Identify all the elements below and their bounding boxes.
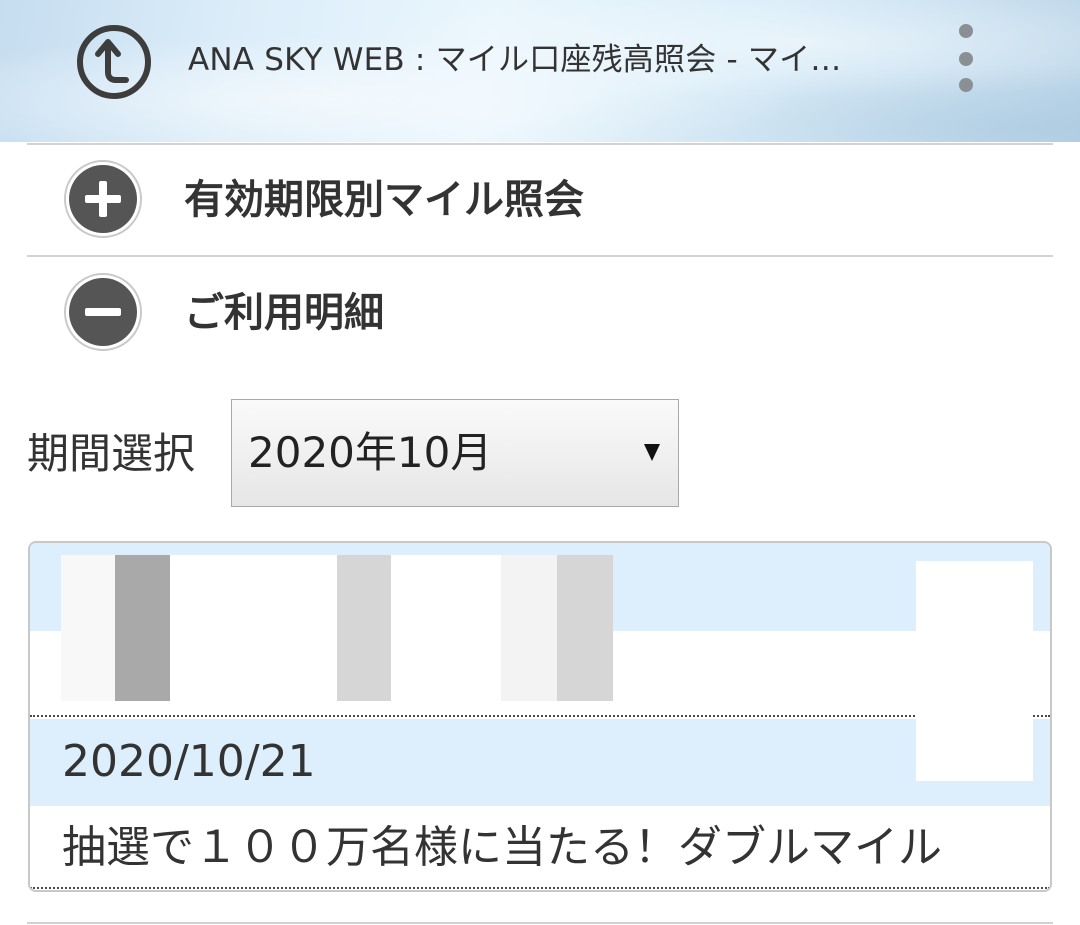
history-date: 2020/10/21 (62, 736, 316, 787)
dotted-separator (30, 887, 1050, 889)
period-label: 期間選択 (27, 429, 196, 478)
circular-back-arrow-icon[interactable] (74, 22, 154, 102)
redacted-block (61, 555, 115, 701)
accordion-label: ご利用明細 (184, 290, 384, 336)
divider (27, 922, 1053, 924)
redacted-block (115, 555, 170, 701)
plus-circle-icon (63, 159, 143, 239)
redacted-block (916, 561, 1033, 781)
dotted-separator (30, 715, 1050, 717)
history-description: 抽選で１００万名様に当たる！ダブルマイル (62, 822, 942, 873)
kebab-menu-icon[interactable] (948, 22, 984, 98)
accordion-item-usage-details[interactable]: ご利用明細 (27, 257, 1053, 369)
page-title: ANA SKY WEB : マイル口座残高照会 - マイ… (188, 42, 842, 78)
period-select[interactable]: 2020年10月 (231, 399, 679, 507)
redacted-block (557, 555, 613, 701)
redacted-block (613, 631, 917, 701)
accordion-label: 有効期限別マイル照会 (184, 177, 584, 223)
accordion-item-expiry-miles[interactable]: 有効期限別マイル照会 (27, 144, 1053, 256)
minus-circle-icon (63, 272, 143, 352)
redacted-block (501, 555, 557, 701)
redacted-block (337, 555, 391, 701)
dropdown-arrow-icon (644, 444, 660, 461)
usage-history-card: 2020/10/21 抽選で１００万名様に当たる！ダブルマイル (28, 541, 1052, 892)
redacted-block (170, 555, 337, 701)
period-selected-value: 2020年10月 (248, 428, 493, 477)
app-header: ANA SKY WEB : マイル口座残高照会 - マイ… (0, 0, 1080, 142)
redacted-block (391, 555, 501, 701)
